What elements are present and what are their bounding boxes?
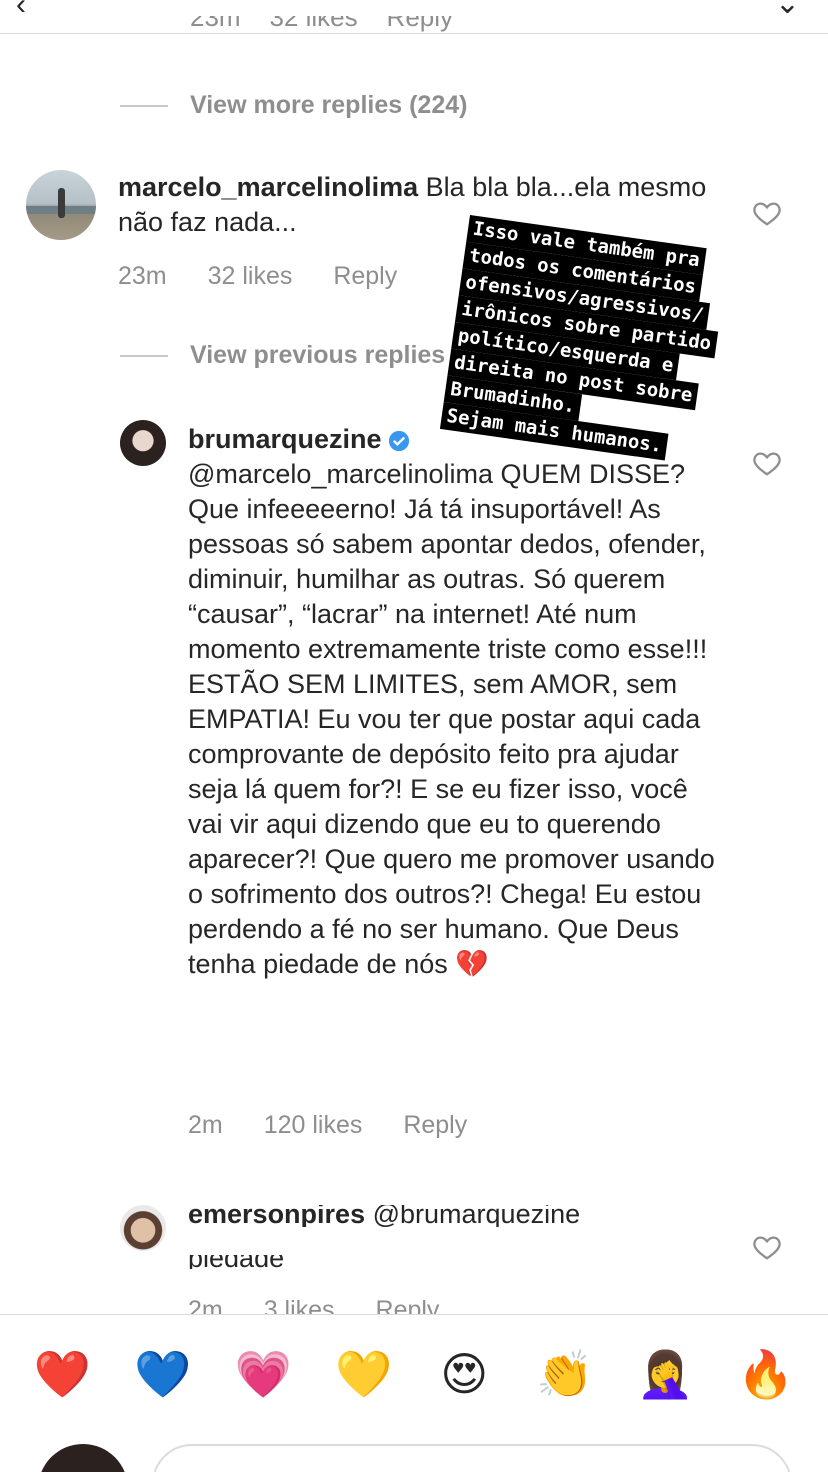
comment-meta: 2m 120 likes Reply xyxy=(188,1111,501,1140)
comment-time: 23m xyxy=(118,262,167,290)
avatar[interactable] xyxy=(26,170,96,240)
sparkling-heart-emoji-button[interactable]: 💗 xyxy=(228,1351,298,1397)
comment-time: 2m xyxy=(188,1111,223,1139)
back-arrow-icon[interactable]: ‹ xyxy=(16,0,26,22)
fire-emoji-button[interactable]: 🔥 xyxy=(731,1351,801,1397)
emoji-reaction-bar: ❤️ 💙 💗 💛 😍 👏 🤦‍♀️ 🔥 xyxy=(0,1314,828,1432)
blue-heart-emoji-button[interactable]: 💙 xyxy=(128,1351,198,1397)
view-more-replies-link[interactable]: View more replies (224) xyxy=(120,91,467,120)
comment-body: brumarquezine @marcelo_marcelinolima QUE… xyxy=(188,422,718,982)
avatar[interactable] xyxy=(120,420,166,466)
comment-mention[interactable]: @brumarquezine xyxy=(373,1205,581,1227)
comment-text: piedade xyxy=(188,1255,284,1269)
comment-body: emersonpires @brumarquezine xyxy=(188,1205,580,1227)
heart-icon[interactable] xyxy=(752,198,782,228)
comment-composer xyxy=(0,1432,828,1472)
reply-button[interactable]: Reply xyxy=(403,1111,467,1139)
comment-likes[interactable]: 120 likes xyxy=(264,1111,363,1139)
comment-time: 2m xyxy=(188,1296,223,1314)
comment-likes[interactable]: 32 likes xyxy=(208,262,293,290)
clapping-hands-emoji-button[interactable]: 👏 xyxy=(530,1351,600,1397)
divider-line xyxy=(120,354,168,357)
divider-line xyxy=(120,104,168,107)
heart-eyes-emoji-button[interactable]: 😍 xyxy=(429,1351,499,1397)
comment-text: QUEM DISSE? Que infeeeeerno! Já tá insup… xyxy=(188,459,715,979)
comment-input[interactable] xyxy=(152,1444,792,1472)
comment-username[interactable]: marcelo_marcelinolima xyxy=(118,172,418,202)
heart-icon[interactable] xyxy=(752,1232,782,1262)
view-previous-replies-link[interactable]: View previous replies xyxy=(120,341,445,370)
red-heart-emoji-button[interactable]: ❤️ xyxy=(27,1351,97,1397)
comment-body: marcelo_marcelinolima Bla bla bla...ela … xyxy=(118,170,718,240)
comment-username[interactable]: brumarquezine xyxy=(188,424,382,454)
comment-username[interactable]: emersonpires xyxy=(188,1205,365,1227)
comment-meta: 2m 3 likes Reply xyxy=(188,1296,473,1314)
comment-mention[interactable]: @marcelo_marcelinolima xyxy=(188,459,493,489)
avatar xyxy=(38,1444,128,1472)
avatar[interactable] xyxy=(120,1205,166,1251)
reply-button[interactable]: Reply xyxy=(333,262,397,290)
comment-text-cut: piedade xyxy=(188,1255,284,1269)
view-more-replies-label[interactable]: View more replies (224) xyxy=(190,91,467,120)
facepalm-emoji-button[interactable]: 🤦‍♀️ xyxy=(630,1351,700,1397)
yellow-heart-emoji-button[interactable]: 💛 xyxy=(329,1351,399,1397)
reply-button[interactable]: Reply xyxy=(376,1296,440,1314)
avatar-person xyxy=(58,188,65,218)
view-previous-replies-label[interactable]: View previous replies xyxy=(190,341,445,370)
comment-meta: 23m 32 likes Reply xyxy=(118,262,431,291)
cut-off-comment-meta: 23m 32 likes Reply xyxy=(190,16,454,32)
verified-badge-icon xyxy=(388,430,409,451)
comment-likes[interactable]: 3 likes xyxy=(264,1296,335,1314)
chevron-down-icon[interactable]: ⌄ xyxy=(775,0,800,21)
